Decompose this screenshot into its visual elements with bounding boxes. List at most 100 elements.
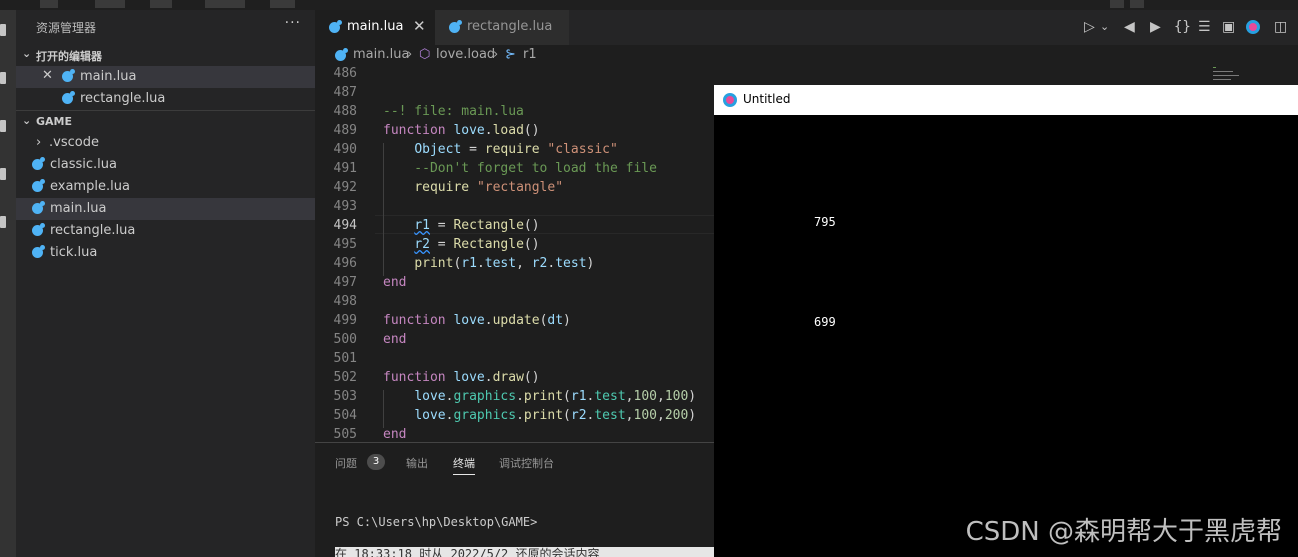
line-number: 490: [333, 142, 357, 157]
menu-fragment: [205, 0, 245, 8]
terminal-prompt[interactable]: PS C:\Users\hp\Desktop\GAME>: [335, 515, 537, 529]
variable-icon: ⊱: [505, 47, 516, 62]
open-editor-item[interactable]: ✕ main.lua: [16, 66, 315, 88]
back-icon[interactable]: ◀: [1124, 19, 1135, 35]
source-control-icon[interactable]: [0, 120, 6, 132]
line-number: 501: [333, 351, 357, 366]
open-editor-item[interactable]: rectangle.lua: [16, 88, 315, 110]
tab-main-lua[interactable]: main.lua ✕: [315, 10, 435, 45]
cube-icon: ⬡: [419, 47, 431, 62]
explorer-icon[interactable]: [0, 24, 6, 36]
line-number: 493: [333, 199, 357, 214]
love-game-window[interactable]: Untitled 795 699: [714, 85, 1298, 557]
tab-terminal[interactable]: 终端: [453, 455, 475, 475]
code-line: love.graphics.print(r2.test,100,200): [414, 408, 697, 423]
braces-icon[interactable]: {}: [1174, 19, 1191, 35]
line-number: 500: [333, 332, 357, 347]
file-label: .vscode: [49, 135, 99, 150]
close-icon[interactable]: ✕: [413, 17, 426, 35]
code-editor[interactable]: 486 487 488 489 490 491 492 493 494 495 …: [315, 67, 715, 442]
chevron-down-icon: ⌄: [22, 114, 32, 127]
file-item[interactable]: tick.lua: [16, 242, 315, 264]
lua-file-icon: [62, 91, 75, 104]
code-line: print(r1.test, r2.test): [414, 256, 595, 271]
bottom-panel: 问题 3 输出 终端 调试控制台 PS C:\Users\hp\Desktop\…: [315, 442, 715, 557]
tab-label: main.lua: [347, 19, 404, 34]
file-item[interactable]: classic.lua: [16, 154, 315, 176]
file-item[interactable]: main.lua: [16, 198, 315, 220]
tab-debug-console[interactable]: 调试控制台: [499, 455, 554, 471]
line-number: 487: [333, 85, 357, 100]
window-title-bar[interactable]: Untitled: [714, 85, 1298, 115]
line-number: 489: [333, 123, 357, 138]
code-line: r1 = Rectangle(): [414, 218, 540, 233]
editor-tab-bar: main.lua ✕ rectangle.lua ▷ ⌄ ◀ ▶ {} ☰ ▣ …: [315, 10, 1298, 45]
minimap[interactable]: [1207, 67, 1298, 85]
line-number: 494: [333, 218, 357, 233]
breadcrumb-file[interactable]: main.lua: [353, 47, 409, 62]
breadcrumb-variable[interactable]: r1: [523, 47, 537, 62]
tab-rectangle-lua[interactable]: rectangle.lua: [435, 10, 569, 45]
file-label: tick.lua: [50, 245, 98, 260]
list-icon[interactable]: ☰: [1198, 19, 1211, 35]
lua-file-icon: [32, 223, 45, 236]
lua-file-icon: [335, 48, 348, 61]
lua-file-icon: [62, 69, 75, 82]
split-editor-icon[interactable]: ◫: [1274, 19, 1287, 35]
line-number: 497: [333, 275, 357, 290]
extensions-icon[interactable]: [0, 216, 6, 228]
code-line: end: [383, 427, 407, 442]
menu-fragment: [270, 0, 295, 8]
open-editor-label: main.lua: [80, 69, 137, 84]
line-number: 492: [333, 180, 357, 195]
folder-item[interactable]: › .vscode: [16, 132, 315, 154]
tab-label: rectangle.lua: [467, 19, 553, 34]
run-debug-icon[interactable]: [0, 168, 6, 180]
code-line: end: [383, 275, 407, 290]
game-output-r1: 795: [814, 215, 836, 229]
lua-file-icon: [32, 157, 45, 170]
code-line: --! file: main.lua: [383, 104, 524, 119]
line-number: 499: [333, 313, 357, 328]
lua-file-icon: [32, 179, 45, 192]
line-number: 488: [333, 104, 357, 119]
lua-file-icon: [329, 20, 342, 33]
lua-file-icon: [32, 201, 45, 214]
window-control-fragment: [1110, 0, 1124, 8]
line-number: 486: [333, 67, 357, 81]
file-item[interactable]: example.lua: [16, 176, 315, 198]
problems-count-badge: 3: [367, 454, 385, 470]
breadcrumb-separator: ›: [493, 47, 499, 62]
line-number: 496: [333, 256, 357, 271]
line-number: 491: [333, 161, 357, 176]
tab-problems[interactable]: 问题: [335, 455, 357, 471]
forward-icon[interactable]: ▶: [1150, 19, 1161, 35]
window-control-fragment: [1130, 0, 1144, 8]
search-icon[interactable]: [0, 72, 6, 84]
breadcrumb-separator: ›: [407, 47, 413, 62]
workspace-header[interactable]: ⌄ GAME: [16, 111, 315, 133]
lua-file-icon: [32, 245, 45, 258]
line-number: 504: [333, 408, 357, 423]
file-item[interactable]: rectangle.lua: [16, 220, 315, 242]
more-actions-button[interactable]: ···: [285, 15, 301, 31]
open-editors-header[interactable]: ⌄ 打开的编辑器: [16, 44, 315, 66]
console-icon[interactable]: ▣: [1222, 19, 1235, 35]
line-number: 503: [333, 389, 357, 404]
chevron-down-icon[interactable]: ⌄: [1100, 20, 1109, 33]
code-line: function love.update(dt): [383, 313, 571, 328]
code-line: function love.draw(): [383, 370, 540, 385]
explorer-sidebar: 资源管理器 ··· ⌄ 打开的编辑器 ✕ main.lua rectangle.…: [16, 10, 315, 557]
title-bar-strip: [0, 0, 1298, 10]
editor-actions: ▷ ⌄ ◀ ▶ {} ☰ ▣ ◫: [1068, 10, 1298, 45]
love-icon: [723, 93, 737, 107]
file-label: rectangle.lua: [50, 223, 136, 238]
terminal-restore-line: 在 18:33:18 时从 2022/5/2 还原的会话内容: [335, 547, 715, 557]
love-icon[interactable]: [1246, 20, 1260, 34]
tab-output[interactable]: 输出: [406, 455, 428, 471]
run-icon[interactable]: ▷: [1084, 19, 1095, 35]
lua-file-icon: [449, 20, 462, 33]
line-number: 502: [333, 370, 357, 385]
close-icon[interactable]: ✕: [42, 68, 53, 83]
breadcrumb-function[interactable]: love.load: [436, 47, 495, 62]
